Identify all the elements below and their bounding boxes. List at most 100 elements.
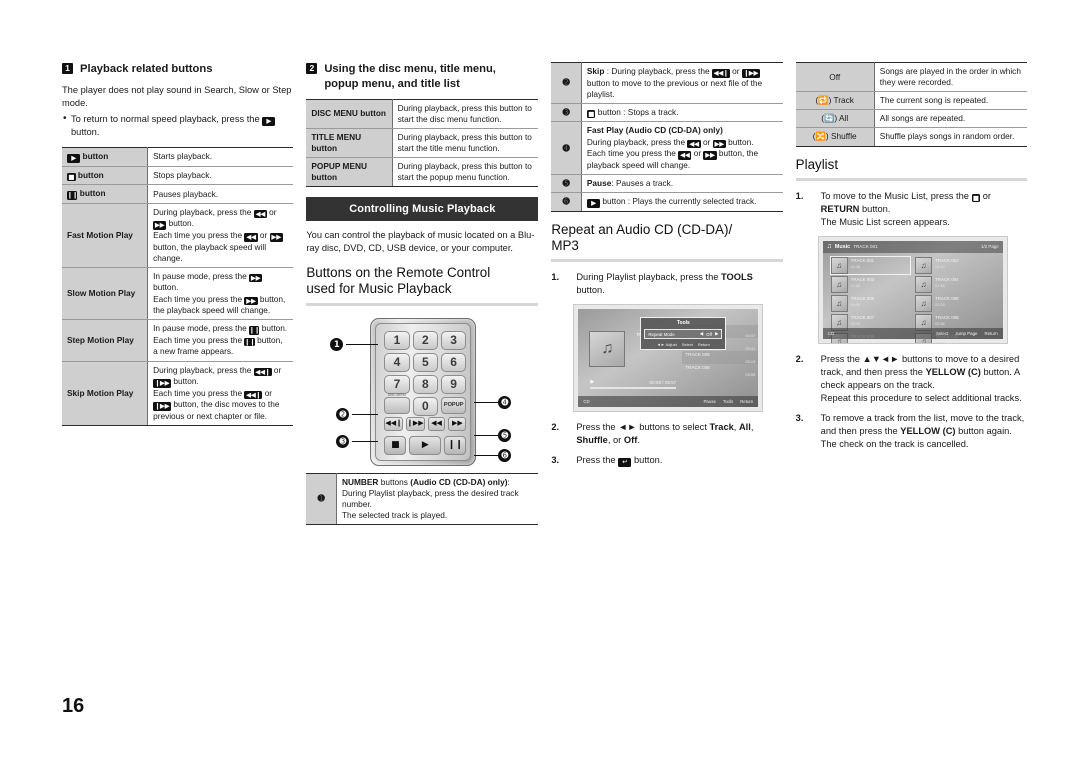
- track-list-item[interactable]: TRACK 006 03:08: [682, 364, 758, 377]
- table-row: Slow Motion Play In pause mode, press th…: [62, 266, 294, 321]
- table-row: ▶ button Starts playback.: [62, 147, 294, 167]
- row-desc: During playback, press this button to st…: [392, 98, 539, 129]
- enter-icon: ↵: [618, 458, 632, 467]
- table-row: ➌ ■ button : Stops a track.: [551, 102, 783, 123]
- track-name: TRACK 004: [935, 276, 959, 282]
- note-text: or: [693, 148, 702, 159]
- row-label-step-motion: Step Motion Play: [62, 319, 149, 362]
- desc-text: button, the disc moves to the previous o…: [153, 399, 280, 421]
- play-icon: ▶: [67, 154, 81, 163]
- item-text: TRACK 002 02:30: [935, 257, 995, 274]
- repeat-mode-track: (🔁) Track: [795, 91, 875, 111]
- step-bold-yellow: YELLOW (C): [900, 426, 956, 437]
- callout-number-4: ➍: [551, 121, 582, 175]
- step-text: During Playlist playback, press the: [576, 272, 719, 283]
- left-right-arrows-icon: ◄►: [618, 422, 637, 433]
- table-row: Step Motion Play In pause mode, press th…: [62, 319, 294, 362]
- callout-2: ➋: [336, 407, 350, 421]
- section-heading-disc-menu: 2 Using the disc menu, title menu, popup…: [306, 62, 538, 92]
- play-icon: ▶: [421, 439, 429, 450]
- repeat-mode-row[interactable]: Repeat Mode ◀ Off ▶: [644, 329, 723, 340]
- list-item[interactable]: ♫ TRACK 006 03:28: [915, 294, 995, 312]
- table-row: ■ button Stops playback.: [62, 165, 294, 186]
- desc-text: In pause mode, press the: [153, 323, 247, 334]
- number-button-2[interactable]: 2: [412, 330, 438, 350]
- table-row: (🔄) All All songs are repeated.: [795, 109, 1027, 129]
- progress-bar[interactable]: [590, 387, 677, 389]
- number-button-9[interactable]: 9: [440, 374, 467, 394]
- music-note-icon: ♫: [830, 294, 848, 312]
- track-name: TRACK 006: [685, 365, 710, 371]
- list-item[interactable]: ♫ TRACK 004 02:58: [915, 275, 995, 293]
- step-item-1: During Playlist playback, press the TOOL…: [551, 271, 782, 297]
- bottom-pause: Pause: [703, 399, 716, 405]
- row-desc: All songs are repeated.: [874, 109, 1027, 129]
- stop-icon: ■: [971, 193, 981, 203]
- repeat-mode-off: Off: [795, 61, 875, 93]
- skip-next-button[interactable]: ❙▶▶: [405, 416, 425, 431]
- number-button-6[interactable]: 6: [440, 352, 467, 372]
- leader-line-3: [352, 440, 379, 442]
- right-arrow-icon[interactable]: ▶: [715, 331, 718, 337]
- note-text: button : Stops a track.: [597, 106, 679, 117]
- pause-button[interactable]: ❙❙: [444, 435, 467, 455]
- music-callouts-table: ➋ Skip : During playback, press the ◀◀❙ …: [551, 62, 783, 212]
- tv-screen: ♫ Music TRACK 001 1/2 Page ♫ TRACK 001 0…: [822, 240, 1003, 343]
- note-bold-number: NUMBER: [341, 476, 379, 487]
- play-icon: ▶: [586, 198, 601, 208]
- row-desc: Stops playback.: [147, 165, 294, 186]
- option-shuffle: Shuffle: [576, 435, 608, 446]
- skip-previous-icon: ◀◀❙: [253, 367, 272, 377]
- music-intro-paragraph: You can control the playback of music lo…: [306, 230, 535, 254]
- fast-forward-button[interactable]: ▶▶: [448, 416, 467, 431]
- number-button-7[interactable]: 7: [384, 374, 410, 394]
- table-row: Off Songs are played in the order in whi…: [795, 61, 1027, 93]
- list-item[interactable]: ♫ TRACK 001 02:38: [829, 255, 912, 275]
- number-button-1[interactable]: 1: [384, 330, 410, 350]
- row-desc: NUMBER buttons (Audio CD (CD-DA) only): …: [336, 472, 539, 526]
- mode-label: All: [838, 113, 849, 124]
- section-heading-playback-buttons: 1 Playback related buttons: [62, 62, 293, 77]
- fast-forward-icon: ▶▶: [703, 151, 717, 160]
- list-item[interactable]: ♫ TRACK 002 02:30: [915, 256, 995, 274]
- row-label-slow-motion: Slow Motion Play: [62, 266, 149, 321]
- disc-menu-button[interactable]: DISC MENU: [384, 393, 410, 414]
- column-3: ➋ Skip : During playback, press the ◀◀❙ …: [551, 62, 783, 535]
- desc-text: or: [264, 387, 273, 398]
- number-button-4[interactable]: 4: [384, 352, 410, 372]
- list-item[interactable]: ♫ TRACK 003 02:58: [830, 275, 911, 293]
- rewind-button[interactable]: ◀◀: [427, 416, 446, 431]
- note-bold-fast-play: Fast Play (Audio CD (CD-DA) only): [586, 125, 723, 136]
- popup-menu-button[interactable]: POPUP: [440, 396, 467, 414]
- left-arrow-icon[interactable]: ◀: [700, 331, 703, 337]
- tv-screenshot-music-list: ♫ Music TRACK 001 1/2 Page ♫ TRACK 001 0…: [817, 235, 1008, 344]
- subheading-playlist: Playlist: [795, 156, 839, 172]
- footer-return: Return: [697, 342, 710, 348]
- row-label-stop: ■ button: [62, 165, 149, 186]
- number-button-5[interactable]: 5: [412, 352, 438, 372]
- stop-icon: ■: [391, 439, 400, 450]
- callout-number-5: ➎: [551, 173, 582, 193]
- note-text: buttons: [380, 476, 408, 487]
- step-text: button.: [862, 203, 891, 214]
- play-button[interactable]: ▶: [409, 435, 442, 455]
- list-item[interactable]: ♫ TRACK 005 03:28: [830, 294, 911, 312]
- row-desc: In pause mode, press the ▶▶ button. Each…: [147, 266, 294, 321]
- item-text: TRACK 003 02:58: [851, 276, 911, 293]
- skip-previous-button[interactable]: ◀◀❙: [384, 416, 403, 431]
- bullet-item: To return to normal speed playback, pres…: [62, 112, 293, 139]
- divider-rule: [306, 302, 539, 306]
- bottom-transport-row: ■ ▶ ❙❙: [384, 435, 467, 455]
- fast-forward-icon: ▶▶: [269, 233, 283, 242]
- note-line-2: During Playlist playback, press the desi…: [341, 487, 519, 509]
- number-button-8[interactable]: 8: [412, 374, 438, 394]
- source-label: CD: [583, 399, 590, 405]
- track-time: 03:28: [850, 302, 861, 307]
- desc-text: button.: [168, 218, 194, 229]
- track-list-item[interactable]: TRACK 005 03:13: [682, 351, 759, 365]
- subheading-line-2: MP3: [551, 237, 579, 253]
- number-button-0[interactable]: 0: [412, 396, 438, 416]
- stop-button[interactable]: ■: [384, 435, 407, 455]
- number-buttons-note-table: ➊ NUMBER buttons (Audio CD (CD-DA) only)…: [306, 472, 539, 526]
- number-button-3[interactable]: 3: [440, 330, 467, 350]
